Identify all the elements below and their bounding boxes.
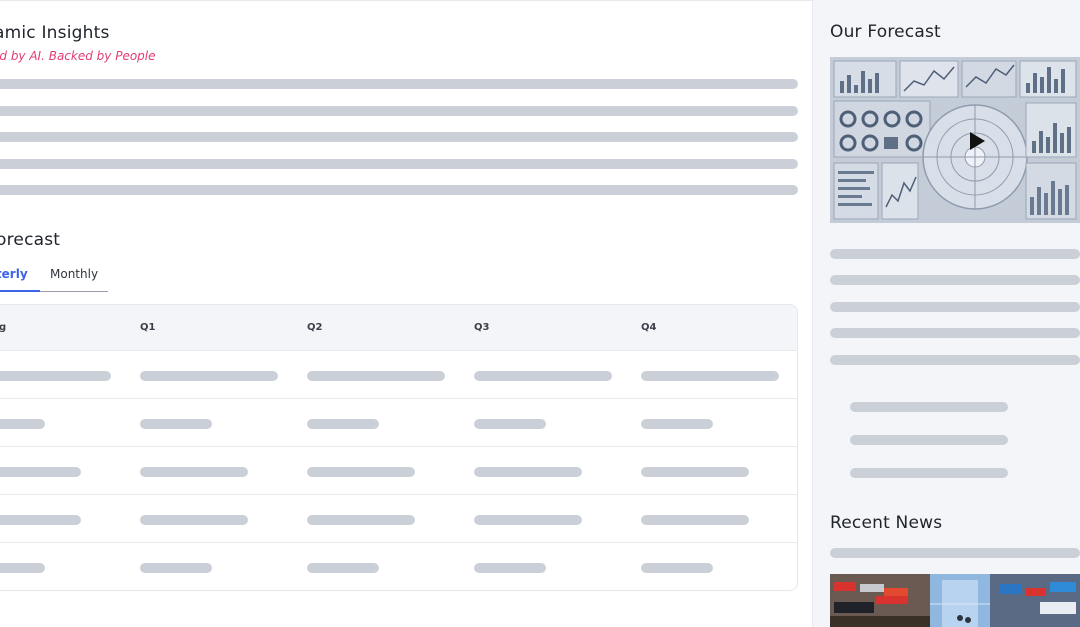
table-row (0, 446, 797, 494)
skeleton-line (830, 355, 1080, 365)
forecast-title: orecast (0, 230, 61, 250)
skeleton-line (0, 185, 798, 195)
skeleton-line (850, 468, 1008, 478)
skeleton-cell (140, 467, 248, 477)
skeleton-cell (474, 467, 582, 477)
table-row (0, 398, 797, 446)
skeleton-cell (307, 419, 379, 429)
our-forecast-title: Our Forecast (830, 22, 941, 42)
skeleton-cell (140, 563, 212, 573)
tab-monthly[interactable]: Monthly (50, 267, 98, 281)
skeleton-cell (307, 371, 445, 381)
skeleton-line (830, 275, 1080, 285)
forecast-table: g Q1 Q2 Q3 Q4 (0, 304, 798, 591)
skeleton-cell (140, 371, 278, 381)
skeleton-cell (307, 467, 415, 477)
skeleton-cell (474, 563, 546, 573)
column-header: Q4 (641, 322, 657, 333)
skeleton-cell (474, 515, 582, 525)
insights-tagline: ed by AI. Backed by People (0, 49, 156, 63)
skeleton-line (0, 79, 798, 89)
news-illustration (830, 574, 1080, 627)
skeleton-cell (641, 515, 749, 525)
dashboard-illustration (830, 57, 1080, 223)
skeleton-line (0, 159, 798, 169)
play-icon[interactable] (970, 132, 985, 150)
skeleton-cell (641, 371, 779, 381)
skeleton-cell (0, 419, 45, 429)
skeleton-line (850, 435, 1008, 445)
skeleton-line (830, 249, 1080, 259)
skeleton-line (830, 328, 1080, 338)
skeleton-cell (0, 563, 45, 573)
tab-quarterly[interactable]: rterly (0, 267, 28, 281)
skeleton-cell (641, 419, 713, 429)
forecast-tabs: rterly Monthly (0, 263, 108, 292)
column-header: Q3 (474, 322, 490, 333)
skeleton-line (830, 302, 1080, 312)
table-header: g Q1 Q2 Q3 Q4 (0, 305, 797, 350)
skeleton-cell (641, 467, 749, 477)
skeleton-cell (474, 371, 612, 381)
active-tab-indicator (0, 290, 40, 292)
skeleton-cell (474, 419, 546, 429)
skeleton-cell (0, 371, 111, 381)
column-header: Q2 (307, 322, 323, 333)
skeleton-line (0, 106, 798, 116)
recent-news-title: Recent News (830, 513, 943, 533)
skeleton-line (850, 402, 1008, 412)
main-content: amic Insights ed by AI. Backed by People… (0, 0, 812, 627)
forecast-video-thumbnail[interactable] (830, 57, 1080, 223)
skeleton-cell (140, 419, 212, 429)
skeleton-cell (0, 515, 81, 525)
skeleton-cell (307, 563, 379, 573)
table-row (0, 542, 797, 590)
table-row (0, 494, 797, 542)
skeleton-line (0, 132, 798, 142)
skeleton-cell (140, 515, 248, 525)
column-header: Q1 (140, 322, 156, 333)
insights-title: amic Insights (0, 23, 110, 43)
skeleton-cell (307, 515, 415, 525)
table-row (0, 350, 797, 398)
skeleton-cell (0, 467, 81, 477)
skeleton-cell (641, 563, 713, 573)
news-thumbnail[interactable] (830, 574, 1080, 627)
skeleton-line (830, 548, 1080, 558)
column-header: g (0, 322, 6, 333)
